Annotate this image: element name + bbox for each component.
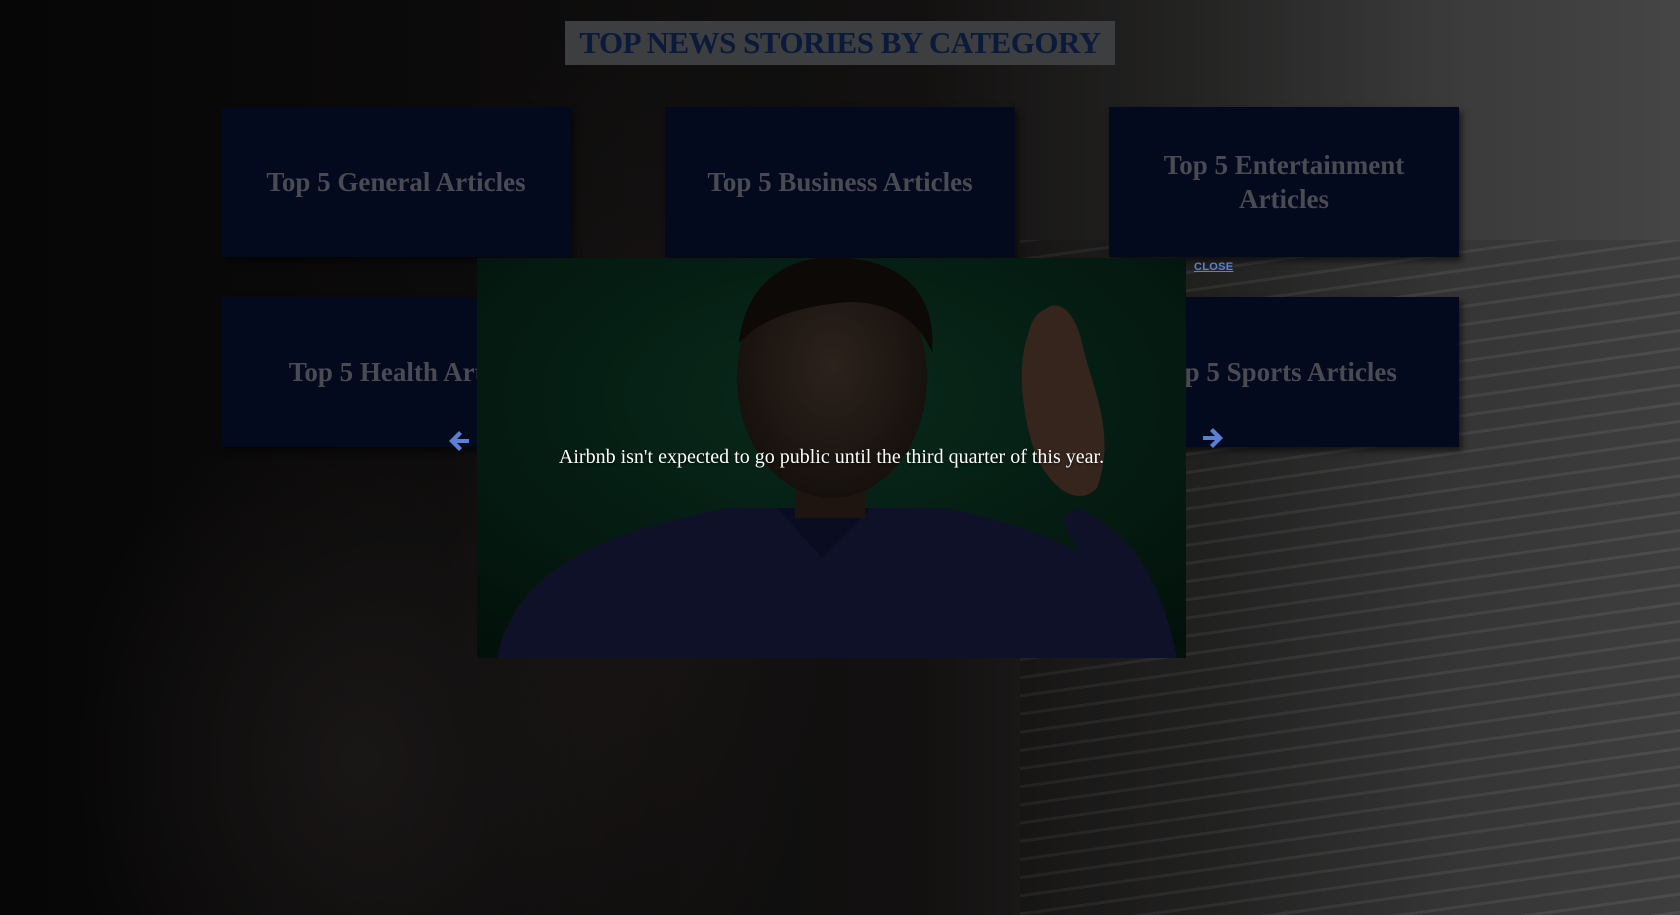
close-button[interactable]: CLOSE [1194,261,1233,273]
category-card-label: op 5 Sports Articles [1171,357,1397,387]
category-card-label: Top 5 Entertainment Articles [1163,150,1405,214]
page-title-box: TOP NEWS STORIES BY CATEGORY [565,21,1115,65]
category-card-label: Top 5 Health Artic [288,357,504,387]
slide-caption: Airbnb isn't expected to go public until… [558,446,1105,468]
slideshow-modal: Airbnb isn't expected to go public until… [477,258,1186,658]
category-card-business[interactable]: Top 5 Business Articles [665,107,1015,257]
category-card-label: Top 5 General Articles [266,167,526,197]
arrow-right-icon[interactable] [1200,425,1226,451]
category-card-entertainment[interactable]: Top 5 Entertainment Articles [1109,107,1459,257]
page: TOP NEWS STORIES BY CATEGORY Top 5 Gener… [0,0,1680,915]
category-card-general[interactable]: Top 5 General Articles [221,107,571,257]
category-card-label: Top 5 Business Articles [707,167,973,197]
page-title: TOP NEWS STORIES BY CATEGORY [579,25,1101,60]
arrow-left-icon[interactable] [446,428,472,454]
